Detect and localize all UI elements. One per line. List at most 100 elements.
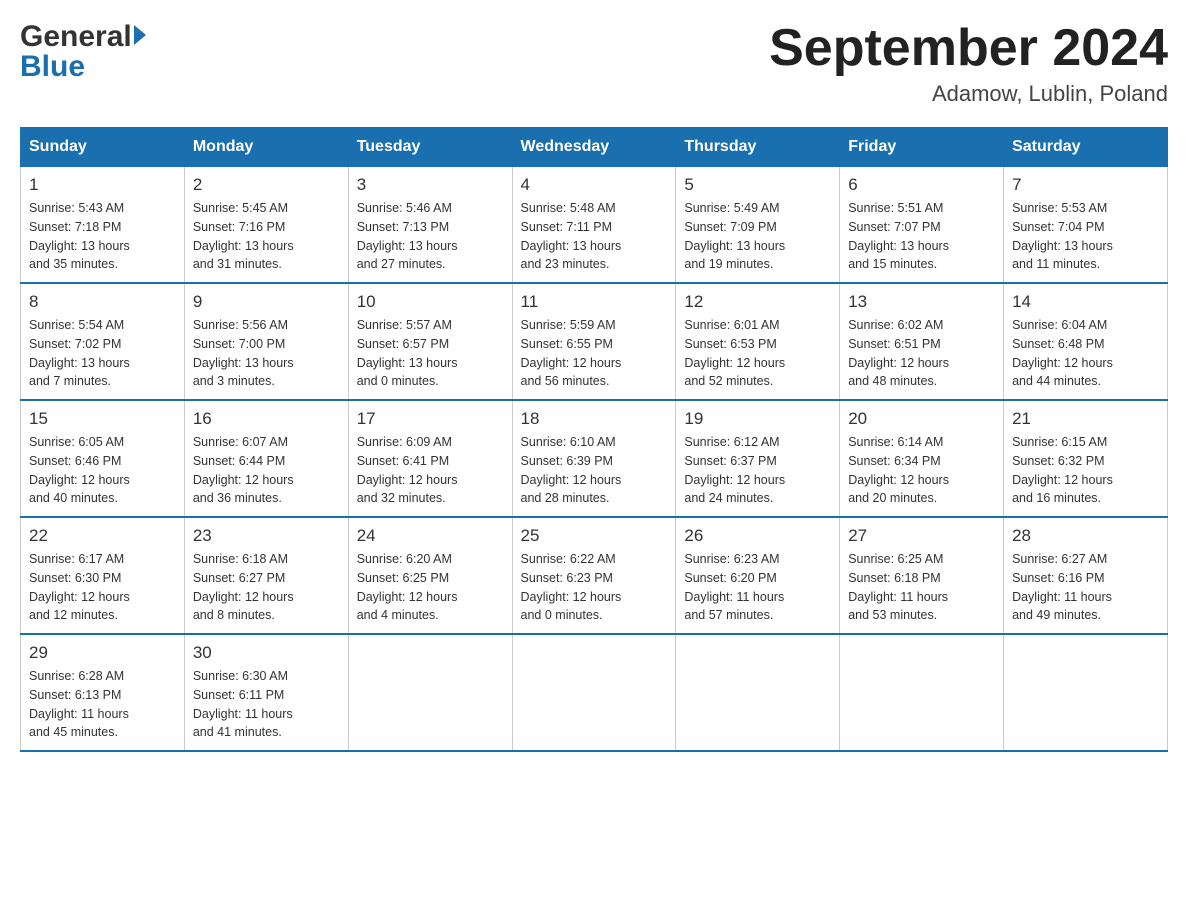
day-info: Sunrise: 6:30 AMSunset: 6:11 PMDaylight:… bbox=[193, 669, 293, 739]
calendar-cell: 6 Sunrise: 5:51 AMSunset: 7:07 PMDayligh… bbox=[840, 167, 1004, 284]
calendar-cell: 24 Sunrise: 6:20 AMSunset: 6:25 PMDaylig… bbox=[348, 517, 512, 634]
column-header-thursday: Thursday bbox=[676, 128, 840, 167]
day-info: Sunrise: 6:18 AMSunset: 6:27 PMDaylight:… bbox=[193, 552, 294, 622]
day-info: Sunrise: 6:10 AMSunset: 6:39 PMDaylight:… bbox=[521, 435, 622, 505]
day-info: Sunrise: 5:46 AMSunset: 7:13 PMDaylight:… bbox=[357, 201, 458, 271]
day-number: 12 bbox=[684, 292, 831, 312]
calendar-cell: 27 Sunrise: 6:25 AMSunset: 6:18 PMDaylig… bbox=[840, 517, 1004, 634]
calendar-cell: 7 Sunrise: 5:53 AMSunset: 7:04 PMDayligh… bbox=[1004, 167, 1168, 284]
logo: General Blue bbox=[20, 20, 146, 84]
calendar-cell: 26 Sunrise: 6:23 AMSunset: 6:20 PMDaylig… bbox=[676, 517, 840, 634]
day-info: Sunrise: 5:43 AMSunset: 7:18 PMDaylight:… bbox=[29, 201, 130, 271]
day-number: 20 bbox=[848, 409, 995, 429]
calendar-week-row: 1 Sunrise: 5:43 AMSunset: 7:18 PMDayligh… bbox=[21, 167, 1168, 284]
day-info: Sunrise: 6:27 AMSunset: 6:16 PMDaylight:… bbox=[1012, 552, 1112, 622]
day-number: 19 bbox=[684, 409, 831, 429]
day-info: Sunrise: 6:14 AMSunset: 6:34 PMDaylight:… bbox=[848, 435, 949, 505]
day-number: 15 bbox=[29, 409, 176, 429]
calendar-cell: 2 Sunrise: 5:45 AMSunset: 7:16 PMDayligh… bbox=[184, 167, 348, 284]
day-info: Sunrise: 5:48 AMSunset: 7:11 PMDaylight:… bbox=[521, 201, 622, 271]
month-title: September 2024 bbox=[769, 20, 1168, 77]
logo-arrow-icon bbox=[134, 25, 146, 45]
calendar-cell: 1 Sunrise: 5:43 AMSunset: 7:18 PMDayligh… bbox=[21, 167, 185, 284]
day-number: 4 bbox=[521, 175, 668, 195]
calendar-cell: 4 Sunrise: 5:48 AMSunset: 7:11 PMDayligh… bbox=[512, 167, 676, 284]
calendar-cell bbox=[840, 634, 1004, 751]
logo-blue-text: Blue bbox=[20, 50, 146, 84]
title-block: September 2024 Adamow, Lublin, Poland bbox=[769, 20, 1168, 107]
column-header-tuesday: Tuesday bbox=[348, 128, 512, 167]
calendar-cell: 9 Sunrise: 5:56 AMSunset: 7:00 PMDayligh… bbox=[184, 283, 348, 400]
day-info: Sunrise: 6:15 AMSunset: 6:32 PMDaylight:… bbox=[1012, 435, 1113, 505]
calendar-cell: 15 Sunrise: 6:05 AMSunset: 6:46 PMDaylig… bbox=[21, 400, 185, 517]
day-number: 13 bbox=[848, 292, 995, 312]
location-label: Adamow, Lublin, Poland bbox=[769, 81, 1168, 107]
day-number: 28 bbox=[1012, 526, 1159, 546]
calendar-cell: 12 Sunrise: 6:01 AMSunset: 6:53 PMDaylig… bbox=[676, 283, 840, 400]
calendar-week-row: 22 Sunrise: 6:17 AMSunset: 6:30 PMDaylig… bbox=[21, 517, 1168, 634]
calendar-cell: 20 Sunrise: 6:14 AMSunset: 6:34 PMDaylig… bbox=[840, 400, 1004, 517]
calendar-cell: 13 Sunrise: 6:02 AMSunset: 6:51 PMDaylig… bbox=[840, 283, 1004, 400]
calendar-cell: 17 Sunrise: 6:09 AMSunset: 6:41 PMDaylig… bbox=[348, 400, 512, 517]
day-number: 17 bbox=[357, 409, 504, 429]
day-number: 9 bbox=[193, 292, 340, 312]
calendar-cell: 21 Sunrise: 6:15 AMSunset: 6:32 PMDaylig… bbox=[1004, 400, 1168, 517]
day-info: Sunrise: 5:51 AMSunset: 7:07 PMDaylight:… bbox=[848, 201, 949, 271]
day-number: 5 bbox=[684, 175, 831, 195]
calendar-week-row: 15 Sunrise: 6:05 AMSunset: 6:46 PMDaylig… bbox=[21, 400, 1168, 517]
day-info: Sunrise: 6:22 AMSunset: 6:23 PMDaylight:… bbox=[521, 552, 622, 622]
day-info: Sunrise: 6:25 AMSunset: 6:18 PMDaylight:… bbox=[848, 552, 948, 622]
day-info: Sunrise: 6:23 AMSunset: 6:20 PMDaylight:… bbox=[684, 552, 784, 622]
calendar-cell: 25 Sunrise: 6:22 AMSunset: 6:23 PMDaylig… bbox=[512, 517, 676, 634]
day-info: Sunrise: 6:17 AMSunset: 6:30 PMDaylight:… bbox=[29, 552, 130, 622]
day-info: Sunrise: 6:02 AMSunset: 6:51 PMDaylight:… bbox=[848, 318, 949, 388]
calendar-cell: 22 Sunrise: 6:17 AMSunset: 6:30 PMDaylig… bbox=[21, 517, 185, 634]
day-info: Sunrise: 5:53 AMSunset: 7:04 PMDaylight:… bbox=[1012, 201, 1113, 271]
column-header-wednesday: Wednesday bbox=[512, 128, 676, 167]
calendar-week-row: 8 Sunrise: 5:54 AMSunset: 7:02 PMDayligh… bbox=[21, 283, 1168, 400]
day-info: Sunrise: 6:07 AMSunset: 6:44 PMDaylight:… bbox=[193, 435, 294, 505]
day-info: Sunrise: 6:28 AMSunset: 6:13 PMDaylight:… bbox=[29, 669, 129, 739]
day-number: 10 bbox=[357, 292, 504, 312]
calendar-table: SundayMondayTuesdayWednesdayThursdayFrid… bbox=[20, 127, 1168, 752]
day-number: 3 bbox=[357, 175, 504, 195]
day-number: 1 bbox=[29, 175, 176, 195]
calendar-cell bbox=[512, 634, 676, 751]
day-info: Sunrise: 6:12 AMSunset: 6:37 PMDaylight:… bbox=[684, 435, 785, 505]
day-number: 25 bbox=[521, 526, 668, 546]
day-number: 27 bbox=[848, 526, 995, 546]
day-number: 7 bbox=[1012, 175, 1159, 195]
column-header-monday: Monday bbox=[184, 128, 348, 167]
calendar-cell: 18 Sunrise: 6:10 AMSunset: 6:39 PMDaylig… bbox=[512, 400, 676, 517]
day-info: Sunrise: 5:59 AMSunset: 6:55 PMDaylight:… bbox=[521, 318, 622, 388]
calendar-cell: 8 Sunrise: 5:54 AMSunset: 7:02 PMDayligh… bbox=[21, 283, 185, 400]
calendar-cell: 10 Sunrise: 5:57 AMSunset: 6:57 PMDaylig… bbox=[348, 283, 512, 400]
calendar-header-row: SundayMondayTuesdayWednesdayThursdayFrid… bbox=[21, 128, 1168, 167]
day-info: Sunrise: 6:20 AMSunset: 6:25 PMDaylight:… bbox=[357, 552, 458, 622]
day-number: 26 bbox=[684, 526, 831, 546]
day-number: 14 bbox=[1012, 292, 1159, 312]
calendar-cell bbox=[348, 634, 512, 751]
day-number: 16 bbox=[193, 409, 340, 429]
day-info: Sunrise: 6:05 AMSunset: 6:46 PMDaylight:… bbox=[29, 435, 130, 505]
day-number: 30 bbox=[193, 643, 340, 663]
day-number: 23 bbox=[193, 526, 340, 546]
calendar-cell: 11 Sunrise: 5:59 AMSunset: 6:55 PMDaylig… bbox=[512, 283, 676, 400]
day-number: 18 bbox=[521, 409, 668, 429]
calendar-cell: 19 Sunrise: 6:12 AMSunset: 6:37 PMDaylig… bbox=[676, 400, 840, 517]
day-number: 29 bbox=[29, 643, 176, 663]
page-header: General Blue September 2024 Adamow, Lubl… bbox=[20, 20, 1168, 107]
calendar-cell: 3 Sunrise: 5:46 AMSunset: 7:13 PMDayligh… bbox=[348, 167, 512, 284]
calendar-cell bbox=[1004, 634, 1168, 751]
calendar-cell: 14 Sunrise: 6:04 AMSunset: 6:48 PMDaylig… bbox=[1004, 283, 1168, 400]
day-info: Sunrise: 5:56 AMSunset: 7:00 PMDaylight:… bbox=[193, 318, 294, 388]
day-info: Sunrise: 6:04 AMSunset: 6:48 PMDaylight:… bbox=[1012, 318, 1113, 388]
day-number: 21 bbox=[1012, 409, 1159, 429]
day-number: 11 bbox=[521, 292, 668, 312]
day-info: Sunrise: 6:01 AMSunset: 6:53 PMDaylight:… bbox=[684, 318, 785, 388]
column-header-saturday: Saturday bbox=[1004, 128, 1168, 167]
day-number: 24 bbox=[357, 526, 504, 546]
day-info: Sunrise: 5:49 AMSunset: 7:09 PMDaylight:… bbox=[684, 201, 785, 271]
day-number: 8 bbox=[29, 292, 176, 312]
calendar-cell: 5 Sunrise: 5:49 AMSunset: 7:09 PMDayligh… bbox=[676, 167, 840, 284]
